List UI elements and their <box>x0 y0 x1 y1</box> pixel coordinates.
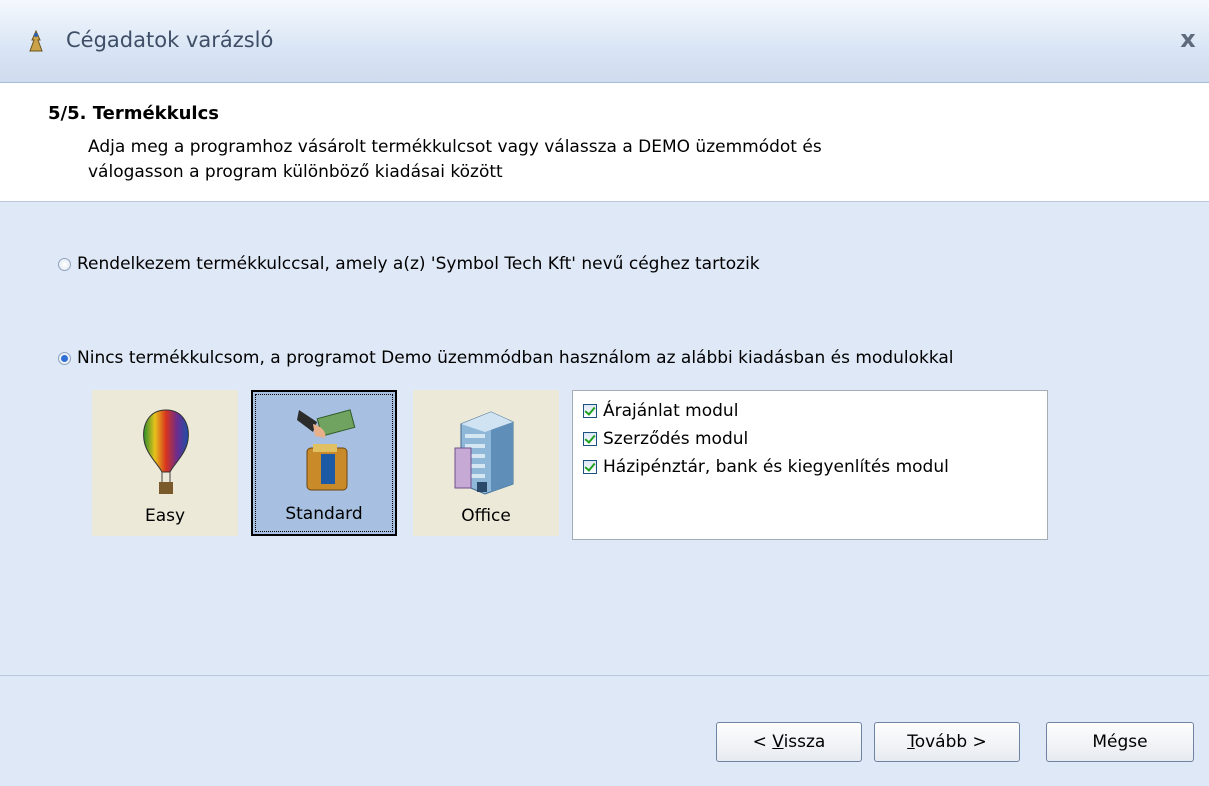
module-checkbox[interactable] <box>583 460 597 474</box>
close-button[interactable]: x <box>1175 26 1201 52</box>
radio-have-key-label: Rendelkezem termékkulccsal, amely a(z) '… <box>77 254 760 274</box>
radio-have-key[interactable] <box>58 257 71 271</box>
next-button[interactable]: Tovább > <box>874 722 1020 762</box>
radio-demo-row[interactable]: Nincs termékkulcsom, a programot Demo üz… <box>58 348 954 368</box>
module-item[interactable]: Árajánlat modul <box>573 397 1047 425</box>
radio-demo[interactable] <box>58 351 71 365</box>
edition-standard-label: Standard <box>285 504 363 524</box>
office-building-icon <box>454 411 514 495</box>
step-description-line-2: válogasson a program különböző kiadásai … <box>88 162 503 182</box>
balloon-icon <box>143 409 189 494</box>
radio-have-key-row[interactable]: Rendelkezem termékkulccsal, amely a(z) '… <box>58 254 760 274</box>
next-button-mnemonic: T <box>907 732 915 752</box>
back-button-mnemonic: V <box>772 732 784 752</box>
back-button[interactable]: < Vissza <box>716 722 862 762</box>
money-wallet-icon <box>297 409 356 491</box>
wizard-content: Rendelkezem termékkulccsal, amely a(z) '… <box>0 202 1209 674</box>
module-label: Szerződés modul <box>603 429 749 449</box>
wizard-window: Cégadatok varázsló x 5/5. Termékkulcs Ad… <box>0 0 1209 786</box>
module-label: Árajánlat modul <box>603 401 739 421</box>
title-bar: Cégadatok varázsló x <box>0 0 1209 83</box>
wizard-icon <box>29 30 43 52</box>
module-label: Házipénztár, bank és kiegyenlítés modul <box>603 457 949 477</box>
module-checkbox[interactable] <box>583 404 597 418</box>
edition-easy-tile[interactable]: Easy <box>92 390 238 536</box>
edition-office-tile[interactable]: Office <box>413 390 559 536</box>
step-description: Adja meg a programhoz vásárolt termékkul… <box>88 135 988 185</box>
edition-easy-label: Easy <box>144 506 186 526</box>
step-header: 5/5. Termékkulcs Adja meg a programhoz v… <box>0 83 1209 202</box>
edition-standard-tile[interactable]: Standard <box>251 390 397 536</box>
module-item[interactable]: Házipénztár, bank és kiegyenlítés modul <box>573 453 1047 481</box>
cancel-button[interactable]: Mégse <box>1046 722 1194 762</box>
module-list: Árajánlat modul Szerződés modul Házipénz… <box>572 390 1048 540</box>
step-title: 5/5. Termékkulcs <box>48 103 219 124</box>
module-checkbox[interactable] <box>583 432 597 446</box>
module-item[interactable]: Szerződés modul <box>573 425 1047 453</box>
back-button-prefix: < <box>752 732 773 752</box>
wizard-footer: < Vissza Tovább > Mégse <box>0 675 1209 786</box>
back-button-rest: issza <box>783 732 826 752</box>
window-title: Cégadatok varázsló <box>66 28 274 52</box>
edition-office-label: Office <box>461 506 511 526</box>
next-button-rest: ovább > <box>914 732 987 752</box>
step-description-line-1: Adja meg a programhoz vásárolt termékkul… <box>88 137 822 157</box>
radio-demo-label: Nincs termékkulcsom, a programot Demo üz… <box>77 348 954 368</box>
